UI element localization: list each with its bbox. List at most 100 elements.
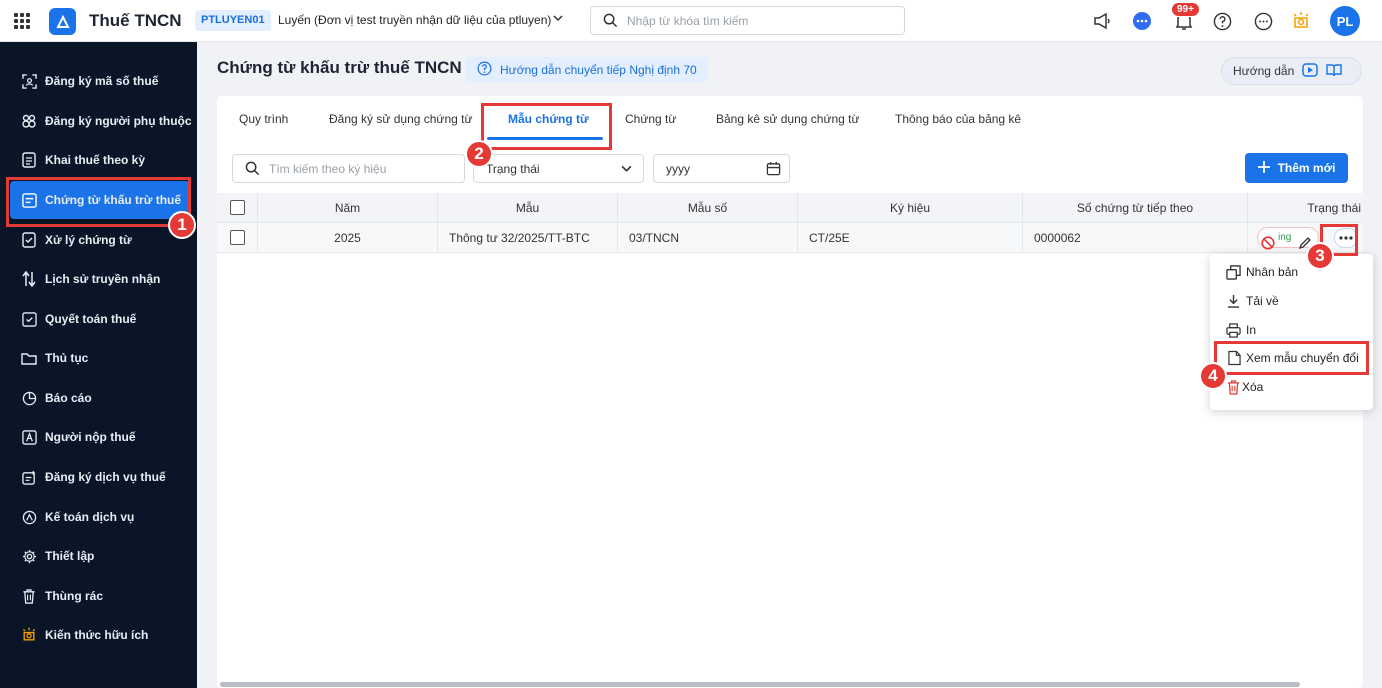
menu-item-label: In bbox=[1246, 323, 1257, 337]
add-new-label: Thêm mới bbox=[1277, 161, 1336, 175]
global-search-input[interactable] bbox=[627, 12, 887, 30]
menu-item-in[interactable]: In bbox=[1210, 316, 1373, 344]
status-select-value: Trạng thái bbox=[486, 162, 540, 176]
row-checkbox[interactable] bbox=[230, 230, 245, 245]
sidebar-item-dang-ky-ma-so-thue[interactable]: Đăng ký mã số thuế bbox=[0, 62, 197, 100]
sidebar-item-label: Thủ tục bbox=[45, 351, 89, 365]
tab-chung-tu[interactable]: Chứng từ bbox=[625, 112, 676, 126]
sidebar-item-bao-cao[interactable]: Báo cáo bbox=[0, 379, 197, 417]
sidebar-item-quyet-toan-thue[interactable]: Quyết toán thuế bbox=[0, 300, 197, 338]
menu-item-tai-ve[interactable]: Tải về bbox=[1210, 287, 1373, 315]
sidebar-item-thu-tuc[interactable]: Thủ tục bbox=[0, 339, 197, 377]
select-all-checkbox[interactable] bbox=[230, 200, 245, 215]
book-icon[interactable] bbox=[1326, 63, 1342, 80]
highlight-menu-item bbox=[1214, 341, 1369, 375]
trash-icon bbox=[1225, 379, 1241, 395]
search-icon bbox=[603, 13, 618, 31]
sidebar-item-ke-toan-dich-vu[interactable]: Kế toán dịch vụ bbox=[0, 498, 197, 536]
tab-bang-ke-su-dung-chung-tu[interactable]: Bảng kê sử dụng chứng từ bbox=[716, 112, 860, 126]
folder-icon bbox=[21, 350, 37, 366]
col-trang-thai[interactable]: Trạng thái bbox=[1248, 193, 1363, 223]
symbol-search[interactable] bbox=[232, 154, 465, 183]
notification-badge: 99+ bbox=[1171, 2, 1200, 17]
taxpayer-icon bbox=[21, 429, 37, 445]
help-icon[interactable] bbox=[1211, 10, 1233, 32]
horizontal-scrollbar[interactable] bbox=[220, 682, 1300, 687]
document-icon bbox=[21, 152, 37, 168]
menu-item-label: Tải về bbox=[1246, 294, 1279, 308]
sidebar-item-label: Kế toán dịch vụ bbox=[45, 510, 135, 524]
lightbulb-icon bbox=[21, 627, 37, 643]
sidebar-item-label: Xử lý chứng từ bbox=[45, 233, 132, 247]
sidebar-item-label: Lịch sử truyền nhận bbox=[45, 272, 161, 286]
symbol-search-input[interactable] bbox=[269, 160, 459, 178]
select-all-cell bbox=[217, 193, 258, 223]
video-icon[interactable] bbox=[1302, 62, 1319, 80]
status-select[interactable]: Trạng thái bbox=[473, 154, 644, 183]
row-actions-menu: Nhân bản Tải về In Xem mẫu chuyển đổi Xó… bbox=[1210, 254, 1373, 410]
lightbulb-icon[interactable] bbox=[1290, 10, 1312, 32]
page-title: Chứng từ khấu trừ thuế TNCN bbox=[217, 58, 462, 77]
sidebar-item-khai-thue-theo-ky[interactable]: Khai thuế theo kỳ bbox=[0, 141, 197, 179]
step-marker-4: 4 bbox=[1199, 362, 1227, 390]
transfer-icon bbox=[21, 271, 37, 287]
org-name[interactable]: Luyến (Đơn vị test truyền nhận dữ liệu c… bbox=[278, 13, 551, 27]
highlight-sidebar-item bbox=[6, 177, 191, 227]
sidebar: Đăng ký mã số thuế Đăng ký người phụ thu… bbox=[0, 42, 197, 688]
plus-icon bbox=[1257, 160, 1270, 176]
sidebar-item-dang-ky-nguoi-phu-thuoc[interactable]: Đăng ký người phụ thuộc bbox=[0, 102, 197, 140]
sidebar-item-label: Báo cáo bbox=[45, 391, 92, 405]
status-text: ing bbox=[1278, 232, 1292, 243]
app-logo-icon bbox=[49, 8, 76, 35]
megaphone-icon[interactable] bbox=[1091, 10, 1113, 32]
sidebar-item-thung-rac[interactable]: Thùng rác bbox=[0, 577, 197, 615]
help-button[interactable]: Hướng dẫn bbox=[1221, 57, 1362, 85]
app-grid-icon[interactable] bbox=[14, 13, 30, 29]
highlight-tab bbox=[481, 103, 612, 150]
menu-item-nhan-ban[interactable]: Nhân bản bbox=[1210, 258, 1373, 286]
add-new-button[interactable]: Thêm mới bbox=[1245, 153, 1348, 183]
sidebar-item-nguoi-nop-thue[interactable]: Người nộp thuế bbox=[0, 418, 197, 456]
col-so-chung-tu-tiep-theo[interactable]: Số chứng từ tiếp theo bbox=[1023, 193, 1248, 223]
app-title: Thuế TNCN bbox=[89, 11, 182, 30]
col-mau-so[interactable]: Mẫu số bbox=[618, 193, 798, 223]
more-apps-icon[interactable] bbox=[1252, 10, 1274, 32]
sidebar-item-lich-su-truyen-nhan[interactable]: Lịch sử truyền nhận bbox=[0, 260, 197, 298]
avatar[interactable]: PL bbox=[1330, 6, 1360, 36]
tab-quy-trinh[interactable]: Quy trình bbox=[239, 112, 288, 126]
trash-icon bbox=[21, 588, 37, 604]
print-icon bbox=[1225, 322, 1241, 338]
help-circle-icon bbox=[477, 61, 492, 79]
year-picker[interactable]: yyyy bbox=[653, 154, 790, 183]
step-marker-2: 2 bbox=[465, 140, 493, 168]
global-search[interactable] bbox=[590, 6, 905, 35]
menu-item-label: Nhân bản bbox=[1246, 265, 1299, 279]
sidebar-item-thiet-lap[interactable]: Thiết lập bbox=[0, 537, 197, 575]
tab-dang-ky-su-dung-chung-tu[interactable]: Đăng ký sử dụng chứng từ bbox=[329, 112, 473, 126]
row-select-cell bbox=[217, 223, 258, 253]
top-bar: Thuế TNCN PTLUYEN01 Luyến (Đơn vị test t… bbox=[0, 0, 1382, 42]
chevron-down-icon[interactable] bbox=[553, 12, 563, 26]
download-icon bbox=[1225, 293, 1241, 309]
sidebar-item-kien-thuc-huu-ich[interactable]: Kiến thức hữu ích bbox=[0, 616, 197, 654]
cell-next-no: 0000062 bbox=[1023, 223, 1248, 253]
chat-icon[interactable] bbox=[1131, 10, 1153, 32]
accounting-icon bbox=[21, 509, 37, 525]
calendar-icon[interactable] bbox=[766, 161, 781, 179]
sidebar-item-label: Người nộp thuế bbox=[45, 430, 136, 444]
cell-year: 2025 bbox=[258, 223, 438, 253]
table-row[interactable]: 2025 Thông tư 32/2025/TT-BTC 03/TNCN CT/… bbox=[217, 223, 1363, 253]
cell-symbol: CT/25E bbox=[798, 223, 1023, 253]
sidebar-item-dang-ky-dich-vu-thue[interactable]: Đăng ký dịch vụ thuế bbox=[0, 458, 197, 496]
gear-icon bbox=[21, 548, 37, 564]
settle-icon bbox=[21, 311, 37, 327]
chevron-down-icon bbox=[621, 163, 632, 177]
search-icon bbox=[245, 161, 260, 179]
guide-link[interactable]: Hướng dẫn chuyển tiếp Nghị định 70 bbox=[466, 57, 708, 82]
col-mau[interactable]: Mẫu bbox=[438, 193, 618, 223]
col-ky-hieu[interactable]: Ký hiệu bbox=[798, 193, 1023, 223]
col-nam[interactable]: Năm bbox=[258, 193, 438, 223]
tab-thong-bao-cua-bang-ke[interactable]: Thông báo của bảng kê bbox=[895, 112, 1021, 126]
menu-item-xoa[interactable]: Xóa bbox=[1210, 373, 1373, 401]
content-card: Quy trình Đăng ký sử dụng chứng từ Mẫu c… bbox=[217, 96, 1363, 688]
